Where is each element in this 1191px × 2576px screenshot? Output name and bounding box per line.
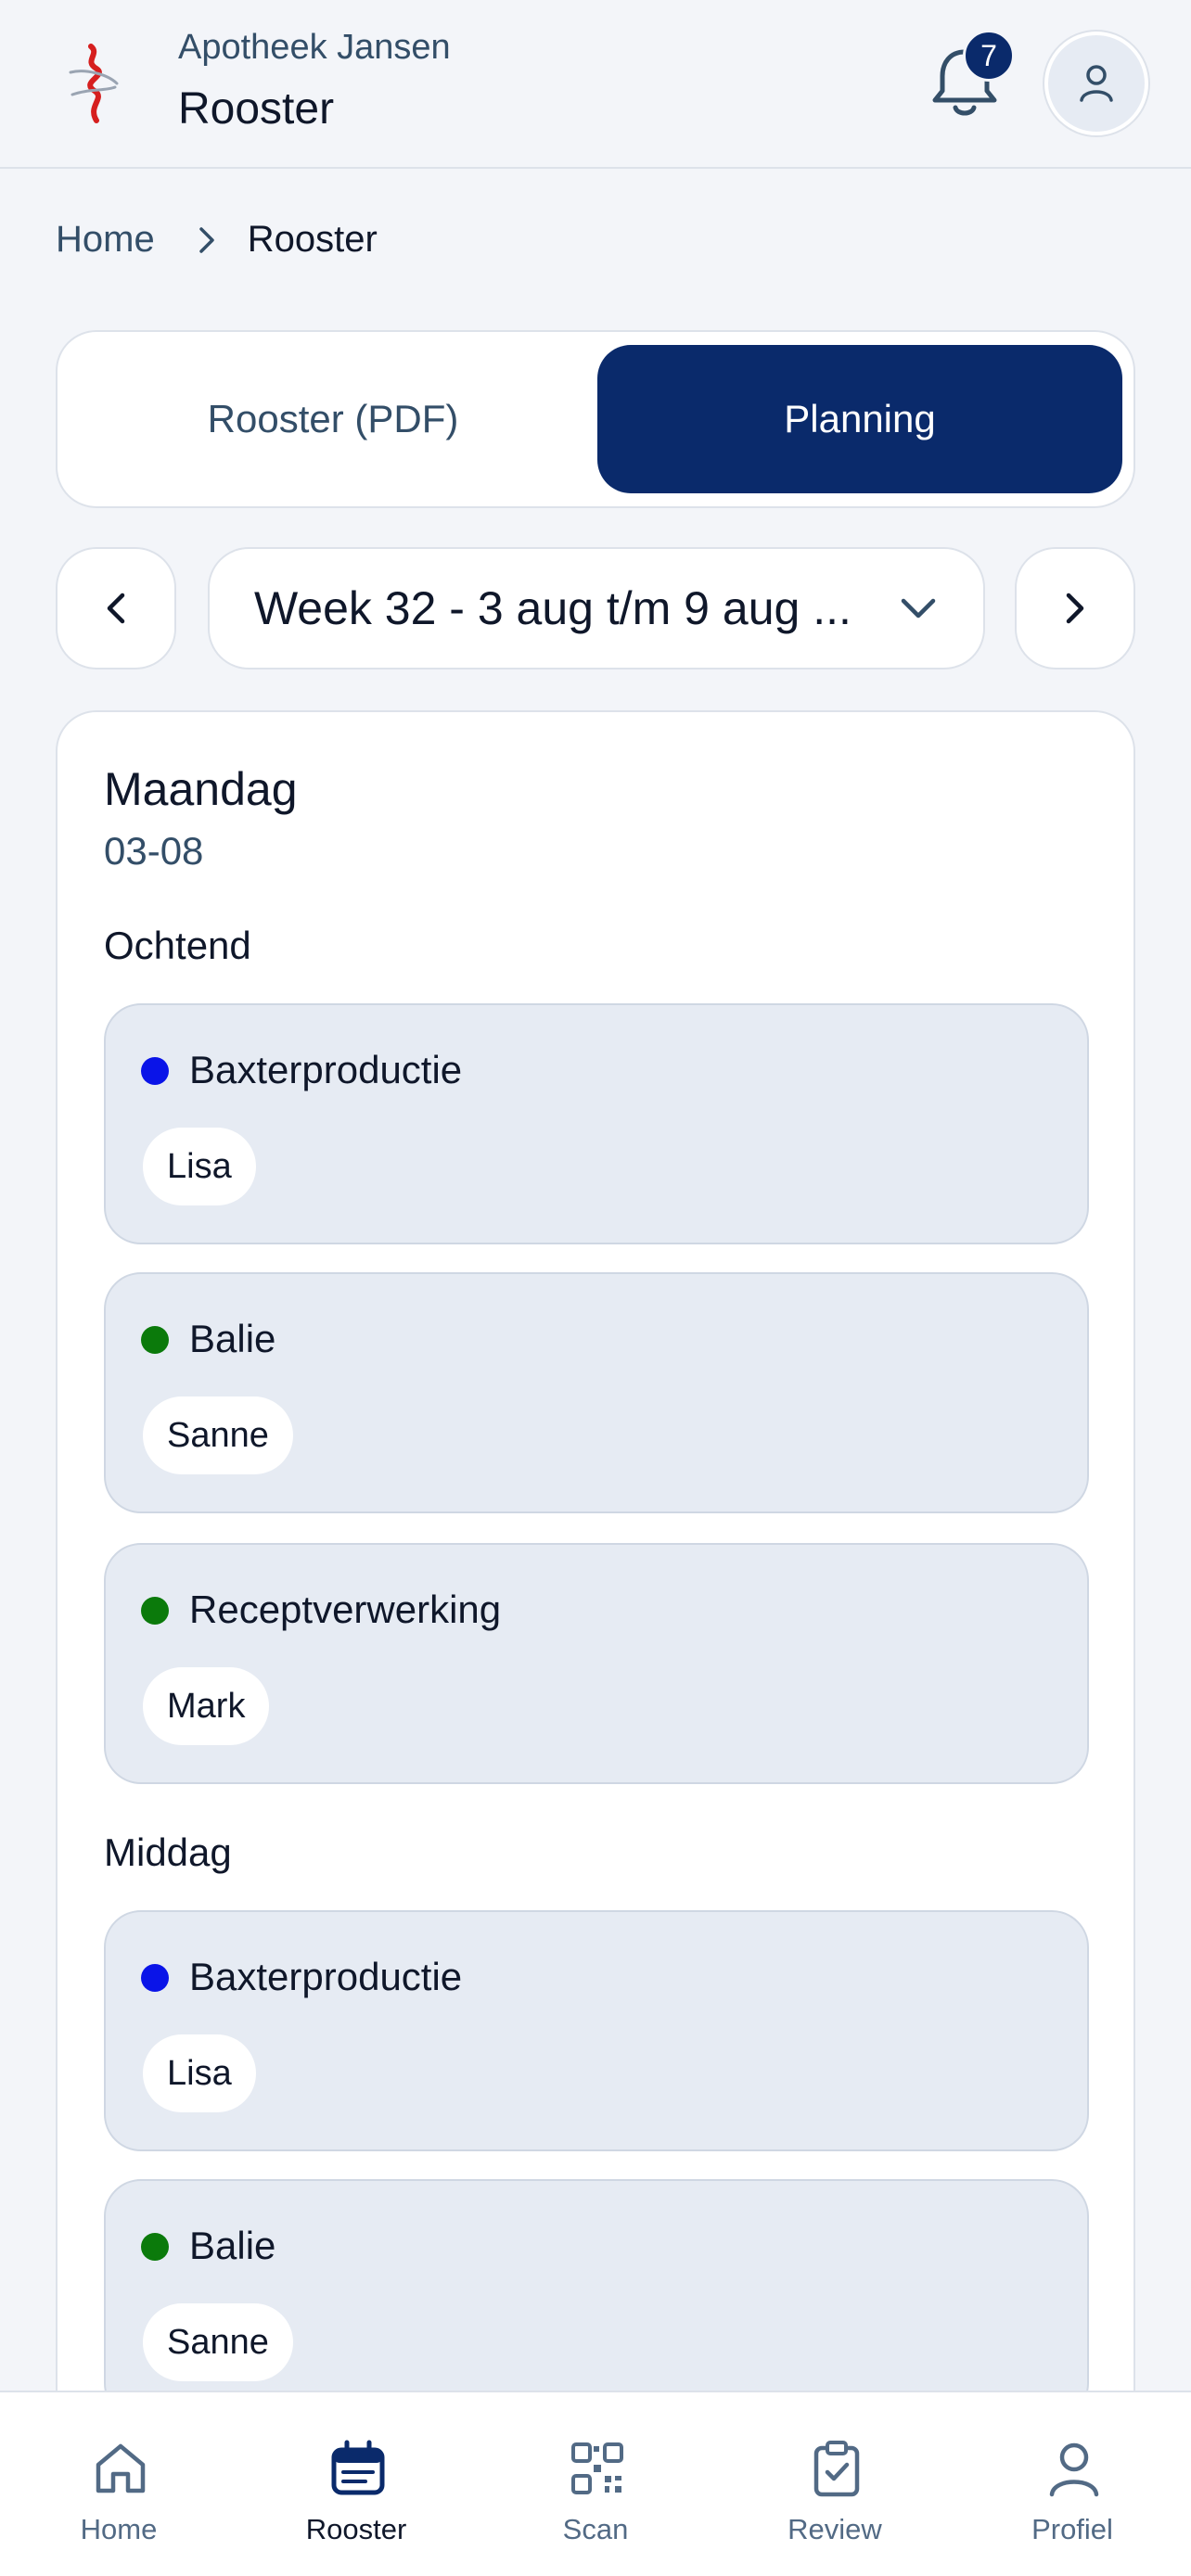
period-label-afternoon: Middag [104, 1830, 232, 1874]
home-icon [96, 2443, 146, 2493]
person-chip[interactable]: Lisa [141, 2033, 258, 2114]
chevron-right-icon [1066, 593, 1084, 624]
user-icon [1049, 2442, 1099, 2497]
nav-label: Home [80, 2513, 158, 2545]
qr-code-icon [571, 2442, 623, 2494]
person-chip[interactable]: Mark [141, 1665, 272, 1747]
status-dot [141, 2233, 169, 2261]
person-chip[interactable]: Sanne [141, 1395, 295, 1476]
view-toggle: Rooster (PDF) Planning [56, 330, 1135, 508]
task-card[interactable]: Receptverwerking Mark [104, 1543, 1089, 1784]
previous-week-button[interactable] [56, 547, 176, 670]
nav-item-review[interactable]: Review [716, 2392, 954, 2576]
pharmacy-name: Apotheek Jansen [178, 28, 451, 67]
avatar-button[interactable] [1044, 32, 1148, 135]
tab-rooster-pdf[interactable]: Rooster (PDF) [70, 345, 596, 493]
status-dot [141, 1326, 169, 1354]
chevron-right-icon [198, 226, 214, 253]
status-dot [141, 1964, 169, 1992]
nav-label: Rooster [305, 2513, 407, 2545]
chevron-down-icon [901, 598, 936, 618]
task-name: Baxterproductie [189, 1048, 463, 1091]
calendar-icon [331, 2440, 385, 2495]
nav-label: Review [788, 2513, 882, 2545]
week-selected-value: Week 32 - 3 aug t/m 9 aug ... [254, 582, 852, 634]
user-icon [1080, 65, 1113, 102]
day-card: Maandag 03-08 Ochtend Baxterproductie Li… [56, 710, 1135, 2576]
person-chip[interactable]: Lisa [141, 1126, 258, 1207]
task-name: Baxterproductie [189, 1955, 463, 1998]
task-name: Receptverwerking [189, 1588, 502, 1631]
notification-count-badge: 7 [963, 30, 1015, 82]
breadcrumb-current: Rooster [247, 219, 378, 260]
task-name: Balie [189, 1317, 276, 1360]
task-name: Balie [189, 2224, 276, 2267]
tab-planning[interactable]: Planning [597, 345, 1122, 493]
task-card[interactable]: Baxterproductie Lisa [104, 1003, 1089, 1244]
breadcrumb: Home Rooster [56, 219, 378, 261]
bottom-navigation: Home Rooster Scan Review Profiel [0, 2391, 1191, 2576]
day-date: 03-08 [104, 829, 204, 873]
task-card[interactable]: Balie Sanne [104, 1272, 1089, 1513]
nav-item-scan[interactable]: Scan [477, 2392, 714, 2576]
status-dot [141, 1597, 169, 1625]
nav-label: Scan [562, 2513, 629, 2545]
nav-item-rooster[interactable]: Rooster [237, 2392, 475, 2576]
task-card[interactable]: Balie Sanne [104, 2179, 1089, 2420]
day-name: Maandag [104, 763, 298, 815]
pharmacy-logo-icon [69, 44, 119, 123]
breadcrumb-home-link[interactable]: Home [56, 219, 155, 261]
person-chip[interactable]: Sanne [141, 2302, 295, 2383]
page-title: Rooster [178, 84, 335, 134]
app-header: Apotheek Jansen Rooster 7 [0, 0, 1191, 169]
nav-item-profiel[interactable]: Profiel [954, 2392, 1191, 2576]
period-label-morning: Ochtend [104, 924, 251, 967]
clipboard-check-icon [813, 2441, 860, 2497]
chevron-left-icon [107, 593, 125, 624]
nav-item-home[interactable]: Home [0, 2392, 237, 2576]
status-dot [141, 1057, 169, 1085]
nav-label: Profiel [1031, 2513, 1113, 2545]
week-dropdown[interactable]: Week 32 - 3 aug t/m 9 aug ... [208, 547, 985, 670]
task-card[interactable]: Baxterproductie Lisa [104, 1910, 1089, 2151]
next-week-button[interactable] [1015, 547, 1135, 670]
app-screen: Apotheek Jansen Rooster 7 Home Rooster R… [0, 0, 1191, 2576]
